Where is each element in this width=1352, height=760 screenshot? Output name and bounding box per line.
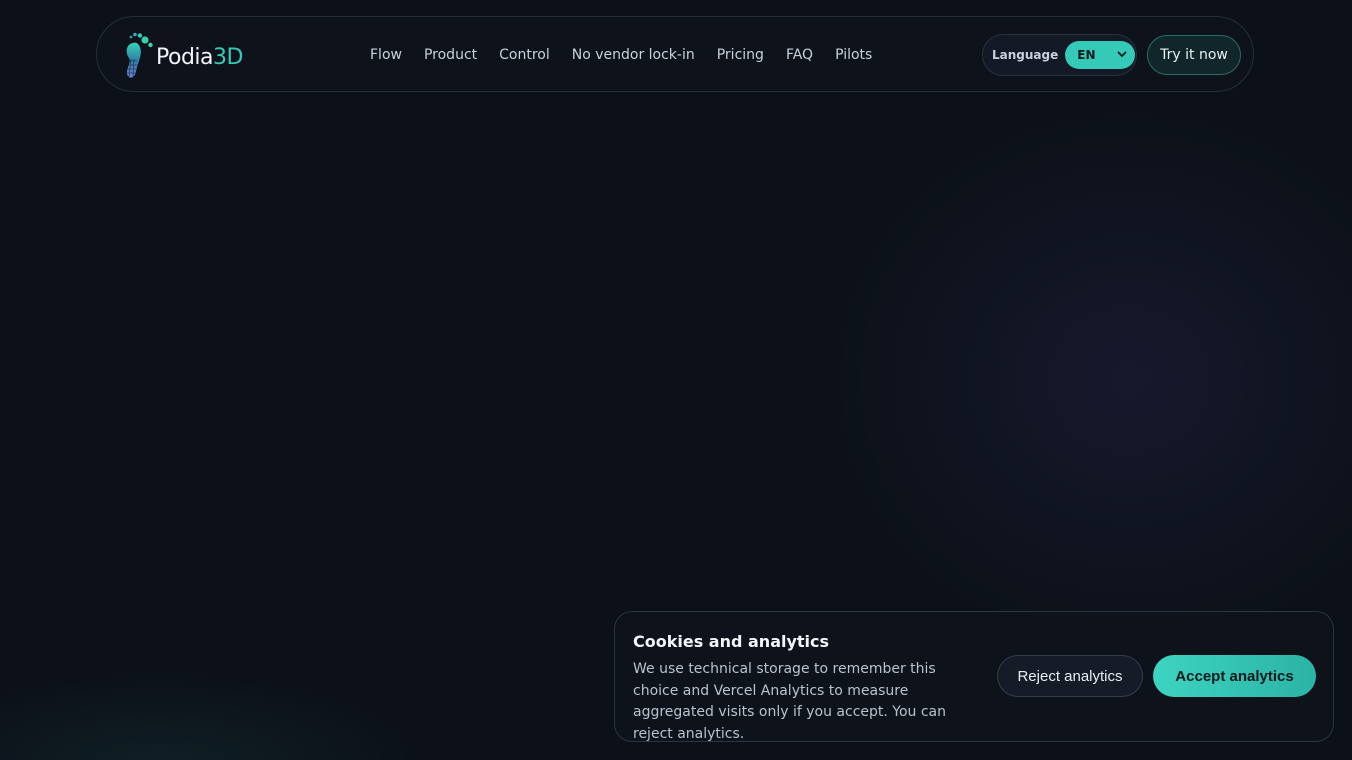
try-it-now-button[interactable]: Try it now (1147, 35, 1241, 75)
nav-link-pilots[interactable]: Pilots (835, 47, 872, 63)
cookie-banner-text: We use technical storage to remember thi… (633, 661, 947, 742)
page: Podia3D Flow Product Control No vendor l… (0, 0, 1352, 760)
language-selected-value: EN (1077, 48, 1096, 62)
chevron-down-icon (1117, 51, 1127, 57)
nav-link-control[interactable]: Control (499, 47, 550, 63)
logo-text-accent: 3D (213, 44, 243, 70)
nav-link-faq[interactable]: FAQ (786, 47, 813, 63)
cookie-banner: Cookies and analytics We use technical s… (614, 611, 1334, 742)
footprint-logo-icon (126, 32, 153, 78)
main-nav: Flow Product Control No vendor lock-in P… (370, 17, 894, 93)
nav-link-flow[interactable]: Flow (370, 47, 402, 63)
accept-analytics-button[interactable]: Accept analytics (1153, 655, 1316, 697)
top-navbar: Podia3D Flow Product Control No vendor l… (96, 16, 1254, 92)
nav-link-product[interactable]: Product (424, 47, 477, 63)
cookie-banner-title: Cookies and analytics (633, 632, 830, 651)
language-label: Language (992, 48, 1059, 62)
nav-link-pricing[interactable]: Pricing (717, 47, 764, 63)
language-select[interactable]: EN (1065, 41, 1136, 69)
reject-analytics-button[interactable]: Reject analytics (997, 655, 1143, 697)
logo-text-main: Podia (156, 44, 214, 70)
language-switcher: Language EN (982, 34, 1137, 76)
nav-link-no-vendor-lock-in[interactable]: No vendor lock-in (572, 47, 695, 63)
logo-link[interactable]: Podia3D (123, 31, 243, 79)
logo-wordmark: Podia3D (156, 45, 243, 70)
